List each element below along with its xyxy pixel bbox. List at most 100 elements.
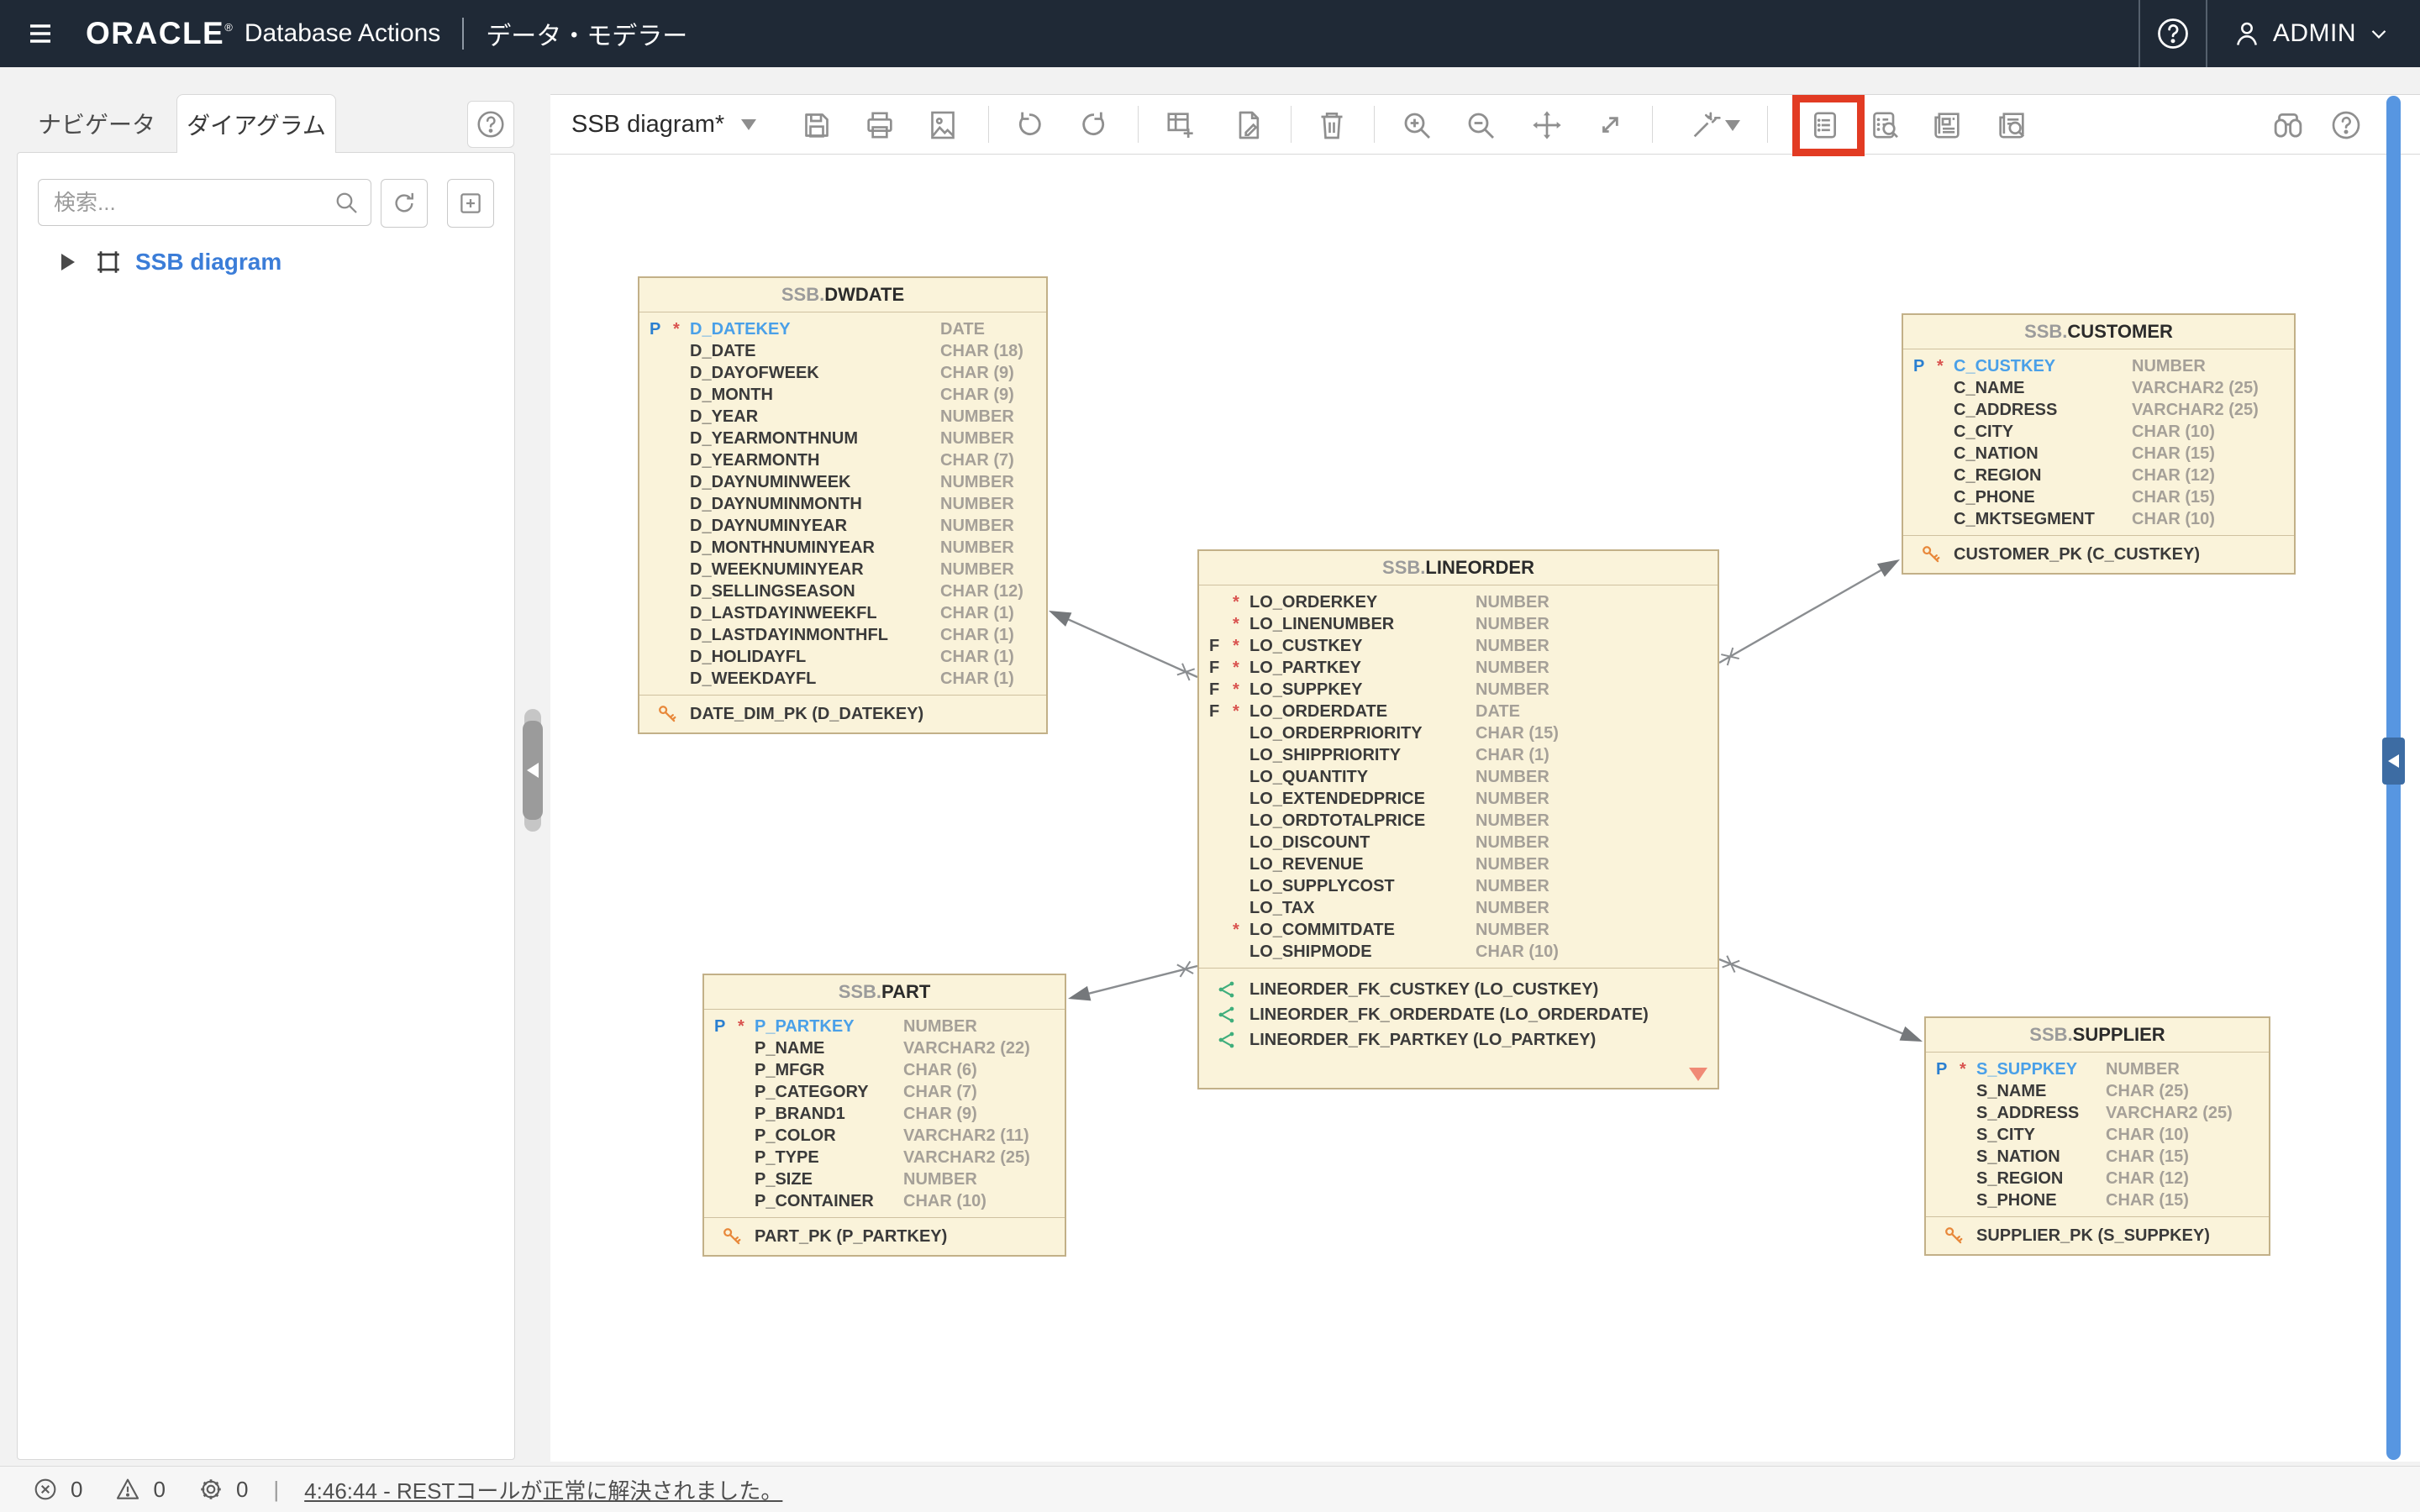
table-field-row[interactable]: C_ADDRESSVARCHAR2 (25) (1903, 399, 2294, 421)
table-field-row[interactable]: LO_EXTENDEDPRICENUMBER (1199, 788, 1718, 810)
table-field-row[interactable]: C_CITYCHAR (10) (1903, 421, 2294, 443)
save-diagram-button[interactable] (797, 106, 836, 144)
zoom-in-button[interactable] (1397, 106, 1436, 144)
table-title[interactable]: SSB.DWDATE (639, 278, 1046, 312)
table-field-row[interactable]: LO_DISCOUNTNUMBER (1199, 832, 1718, 853)
report-button[interactable] (1928, 106, 1966, 144)
table-field-row[interactable]: P*P_PARTKEYNUMBER (704, 1016, 1065, 1037)
table-field-row[interactable]: D_HOLIDAYFLCHAR (1) (639, 646, 1046, 668)
table-field-row[interactable]: P*D_DATEKEYDATE (639, 318, 1046, 340)
diagram-table-customer[interactable]: SSB.CUSTOMER P*C_CUSTKEYNUMBERC_NAMEVARCH… (1902, 313, 2296, 575)
table-field-row[interactable]: D_DAYOFWEEKCHAR (9) (639, 362, 1046, 384)
table-title[interactable]: SSB.PART (704, 975, 1065, 1010)
more-content-icon[interactable] (1689, 1068, 1707, 1081)
refresh-button[interactable] (381, 179, 428, 228)
undo-button[interactable] (1010, 106, 1049, 144)
table-field-row[interactable]: F*LO_CUSTKEYNUMBER (1199, 635, 1718, 657)
ddl-preview-button[interactable] (1806, 106, 1844, 144)
delete-button[interactable] (1313, 106, 1351, 144)
table-field-row[interactable]: LO_SUPPLYCOSTNUMBER (1199, 875, 1718, 897)
zoom-out-button[interactable] (1461, 106, 1500, 144)
table-field-row[interactable]: F*LO_ORDERDATEDATE (1199, 701, 1718, 722)
table-field-row[interactable]: D_WEEKDAYFLCHAR (1) (639, 668, 1046, 690)
edit-object-button[interactable] (1229, 106, 1268, 144)
sidebar-help-button[interactable] (467, 101, 514, 148)
table-field-row[interactable]: C_PHONECHAR (15) (1903, 486, 2294, 508)
tree-item-ssb-diagram[interactable]: SSB diagram (18, 244, 488, 281)
table-field-row[interactable]: C_NAMEVARCHAR2 (25) (1903, 377, 2294, 399)
find-objects-button[interactable] (2269, 106, 2307, 144)
table-field-row[interactable]: P_CONTAINERCHAR (10) (704, 1190, 1065, 1212)
table-field-row[interactable]: F*LO_SUPPKEYNUMBER (1199, 679, 1718, 701)
table-field-row[interactable]: D_MONTHCHAR (9) (639, 384, 1046, 406)
table-field-row[interactable]: S_PHONECHAR (15) (1926, 1189, 2269, 1211)
table-title[interactable]: SSB.LINEORDER (1199, 551, 1718, 585)
redo-button[interactable] (1075, 106, 1113, 144)
table-field-row[interactable]: D_YEARMONTHCHAR (7) (639, 449, 1046, 471)
foreign-key-row[interactable]: LINEORDER_FK_PARTKEY (LO_PARTKEY) (1199, 1027, 1718, 1053)
table-field-row[interactable]: LO_SHIPMODECHAR (10) (1199, 941, 1718, 963)
table-field-row[interactable]: D_MONTHNUMINYEARNUMBER (639, 537, 1046, 559)
table-field-row[interactable]: LO_ORDTOTALPRICENUMBER (1199, 810, 1718, 832)
report-search-button[interactable] (1992, 106, 2031, 144)
table-field-row[interactable]: D_DATECHAR (18) (639, 340, 1046, 362)
foreign-key-row[interactable]: LINEORDER_FK_CUSTKEY (LO_CUSTKEY) (1199, 977, 1718, 1002)
warning-count-indicator[interactable]: 0 (114, 1476, 165, 1503)
table-field-row[interactable]: C_MKTSEGMENTCHAR (10) (1903, 508, 2294, 530)
table-field-row[interactable]: D_DAYNUMINMONTHNUMBER (639, 493, 1046, 515)
table-field-row[interactable]: D_DAYNUMINWEEKNUMBER (639, 471, 1046, 493)
table-field-row[interactable]: D_LASTDAYINWEEKFLCHAR (1) (639, 602, 1046, 624)
table-field-row[interactable]: C_REGIONCHAR (12) (1903, 465, 2294, 486)
table-field-row[interactable]: P_CATEGORYCHAR (7) (704, 1081, 1065, 1103)
table-field-row[interactable]: LO_SHIPPRIORITYCHAR (1) (1199, 744, 1718, 766)
primary-key-row[interactable]: CUSTOMER_PK (C_CUSTKEY) (1903, 536, 2294, 573)
table-field-row[interactable]: P*S_SUPPKEYNUMBER (1926, 1058, 2269, 1080)
create-diagram-button[interactable] (447, 179, 494, 228)
table-field-row[interactable]: P*C_CUSTKEYNUMBER (1903, 355, 2294, 377)
fit-screen-button[interactable] (1591, 106, 1629, 144)
auto-layout-dropdown[interactable] (1720, 106, 1745, 144)
table-field-row[interactable]: LO_TAXNUMBER (1199, 897, 1718, 919)
diagram-table-lineorder[interactable]: SSB.LINEORDER *LO_ORDERKEYNUMBER*LO_LINEN… (1197, 549, 1719, 1089)
table-title[interactable]: SSB.CUSTOMER (1903, 315, 2294, 349)
pan-button[interactable] (1528, 106, 1566, 144)
primary-key-row[interactable]: PART_PK (P_PARTKEY) (704, 1218, 1065, 1255)
ddl-preview-search-button[interactable] (1865, 106, 1904, 144)
table-field-row[interactable]: S_NAMECHAR (25) (1926, 1080, 2269, 1102)
table-field-row[interactable]: *LO_COMMITDATENUMBER (1199, 919, 1718, 941)
table-field-row[interactable]: S_REGIONCHAR (12) (1926, 1168, 2269, 1189)
help-button[interactable] (2140, 0, 2206, 67)
table-field-row[interactable]: P_NAMEVARCHAR2 (22) (704, 1037, 1065, 1059)
table-field-row[interactable]: D_SELLINGSEASONCHAR (12) (639, 580, 1046, 602)
tree-expander-icon[interactable] (61, 254, 75, 270)
print-diagram-button[interactable] (860, 106, 899, 144)
diagram-table-supplier[interactable]: SSB.SUPPLIER P*S_SUPPKEYNUMBERS_NAMECHAR … (1924, 1016, 2270, 1256)
right-splitter-collapse-handle[interactable] (2382, 738, 2405, 785)
diagram-help-button[interactable] (2327, 106, 2365, 144)
left-splitter-collapse-handle[interactable] (523, 721, 543, 820)
table-field-row[interactable]: D_LASTDAYINMONTHFLCHAR (1) (639, 624, 1046, 646)
table-field-row[interactable]: P_SIZENUMBER (704, 1168, 1065, 1190)
table-field-row[interactable]: D_YEARNUMBER (639, 406, 1046, 428)
tab-navigator[interactable]: ナビゲータ (17, 94, 176, 153)
diagram-table-part[interactable]: SSB.PART P*P_PARTKEYNUMBERP_NAMEVARCHAR2 … (702, 974, 1066, 1257)
table-field-row[interactable]: S_NATIONCHAR (15) (1926, 1146, 2269, 1168)
process-count-indicator[interactable]: 0 (197, 1476, 248, 1503)
table-field-row[interactable]: C_NATIONCHAR (15) (1903, 443, 2294, 465)
table-field-row[interactable]: *LO_ORDERKEYNUMBER (1199, 591, 1718, 613)
diagram-table-dwdate[interactable]: SSB.DWDATE P*D_DATEKEYDATED_DATECHAR (18)… (638, 276, 1048, 734)
table-title[interactable]: SSB.SUPPLIER (1926, 1018, 2269, 1053)
user-menu[interactable]: ADMIN (2207, 0, 2420, 67)
hamburger-menu-icon[interactable] (25, 18, 55, 49)
table-field-row[interactable]: P_BRAND1CHAR (9) (704, 1103, 1065, 1125)
table-field-row[interactable]: D_DAYNUMINYEARNUMBER (639, 515, 1046, 537)
table-field-row[interactable]: F*LO_PARTKEYNUMBER (1199, 657, 1718, 679)
primary-key-row[interactable]: SUPPLIER_PK (S_SUPPKEY) (1926, 1217, 2269, 1254)
diagram-name-dropdown[interactable]: SSB diagram* (571, 95, 756, 154)
primary-key-row[interactable]: DATE_DIM_PK (D_DATEKEY) (639, 696, 1046, 732)
table-field-row[interactable]: D_YEARMONTHNUMNUMBER (639, 428, 1046, 449)
foreign-key-row[interactable]: LINEORDER_FK_ORDERDATE (LO_ORDERDATE) (1199, 1002, 1718, 1027)
table-field-row[interactable]: P_MFGRCHAR (6) (704, 1059, 1065, 1081)
table-field-row[interactable]: *LO_LINENUMBERNUMBER (1199, 613, 1718, 635)
status-message-link[interactable]: 4:46:44 - RESTコールが正常に解決されました。 (304, 1474, 782, 1505)
